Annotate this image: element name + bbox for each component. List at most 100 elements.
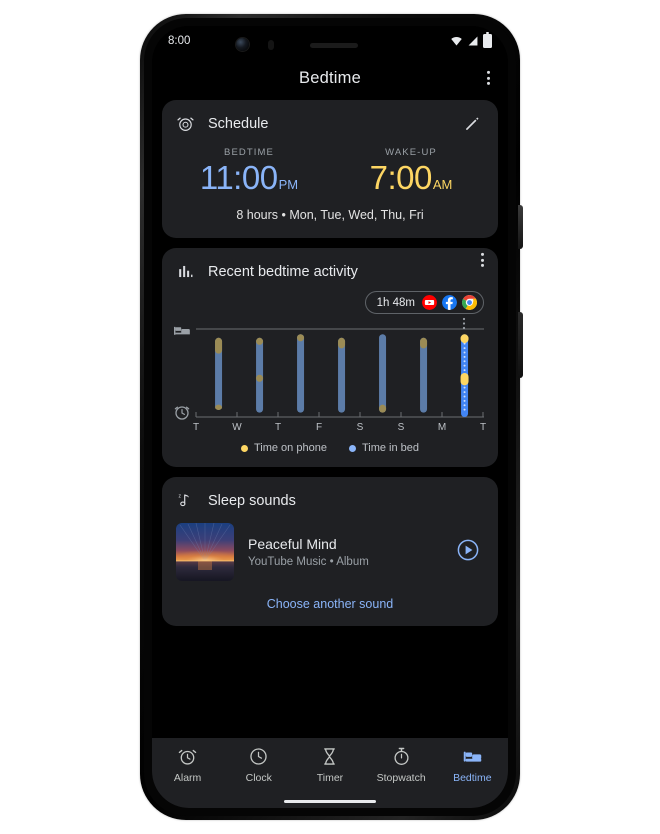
activity-card-header: Recent bedtime activity <box>162 248 498 281</box>
chart-bar-on-phone <box>297 334 305 342</box>
wakeup-value: 7:00 <box>369 159 433 196</box>
phone-usage-pill[interactable]: 1h 48m <box>364 291 484 314</box>
bottom-navigation: Alarm Clock Timer Stopwatch Bedtime <box>152 738 508 808</box>
schedule-card[interactable]: Schedule BEDTIME 11:00 PM WAKE-UP 7:00 A… <box>162 100 498 238</box>
sunset-artwork <box>176 523 234 581</box>
volume-button[interactable] <box>518 312 523 378</box>
chart-ticks <box>195 412 484 417</box>
activity-overflow-menu-icon[interactable] <box>477 249 488 271</box>
track-title: Peaceful Mind <box>248 536 337 552</box>
nav-item-timer[interactable]: Timer <box>294 746 365 784</box>
chart-bar-on-phone <box>338 337 346 349</box>
youtube-icon <box>422 295 437 310</box>
track-subtitle: YouTube Music • Album <box>248 556 369 568</box>
phone-screen: 8:00 Bedtime Schedule BEDTIME 11:00 PM W… <box>152 26 508 808</box>
legend-label-bed: Time in bed <box>361 442 420 454</box>
bedtime-column[interactable]: BEDTIME 11:00 PM <box>168 147 330 194</box>
sleep-music-note-icon: z <box>179 493 189 507</box>
schedule-title: Schedule <box>208 115 269 132</box>
legend-dot-phone <box>240 444 248 452</box>
bedtime-activity-chart: TWTFSSMT <box>162 316 498 436</box>
status-bar-time: 8:00 <box>168 35 191 47</box>
chart-bar-dot <box>463 386 466 389</box>
legend-dot-bed <box>348 444 356 452</box>
chart-bar-dot <box>463 395 466 398</box>
alarm-clock-icon <box>178 749 197 765</box>
app-bar: Bedtime <box>152 56 508 100</box>
chart-bar-dot <box>463 364 466 367</box>
chart-svg: TWTFSSMT <box>174 317 486 433</box>
chart-bar-on-phone <box>256 374 264 382</box>
choose-another-sound-link[interactable]: Choose another sound <box>162 581 498 626</box>
album-art <box>176 523 234 581</box>
play-circle-icon <box>457 539 479 560</box>
chart-bar-dot <box>463 399 466 402</box>
bed-icon <box>463 751 482 762</box>
cell-signal-icon <box>468 36 478 46</box>
schedule-times: BEDTIME 11:00 PM WAKE-UP 7:00 AM <box>162 133 498 194</box>
activity-title: Recent bedtime activity <box>208 263 358 280</box>
svg-text:z: z <box>179 493 182 499</box>
nav-label-clock: Clock <box>245 772 272 784</box>
chart-bar-dot <box>463 404 466 407</box>
front-camera <box>236 38 249 51</box>
legend-item-time-on-phone: Time on phone <box>240 442 327 454</box>
gesture-home-indicator <box>284 800 376 803</box>
schedule-card-header: Schedule <box>162 100 498 133</box>
bedtime-meridiem: PM <box>278 177 299 192</box>
chart-x-label: T <box>275 422 281 433</box>
chart-bar-dot <box>463 355 466 358</box>
proximity-sensor <box>268 40 274 50</box>
content-scroll-area[interactable]: Schedule BEDTIME 11:00 PM WAKE-UP 7:00 A… <box>152 100 508 738</box>
power-button[interactable] <box>518 205 523 249</box>
sleep-sounds-title: Sleep sounds <box>208 492 296 509</box>
chart-x-label: T <box>480 422 486 433</box>
recent-activity-card[interactable]: Recent bedtime activity 1h 48m T W T F S… <box>162 248 498 467</box>
bedtime-value: 11:00 <box>199 159 278 196</box>
chart-bar-in-bed <box>297 334 305 413</box>
chart-x-label: S <box>357 422 364 433</box>
chart-x-label: S <box>398 422 405 433</box>
edit-schedule-button[interactable] <box>459 110 486 137</box>
wakeup-column[interactable]: WAKE-UP 7:00 AM <box>330 147 492 194</box>
nav-label-stopwatch: Stopwatch <box>376 772 426 784</box>
chart-bar-in-bed <box>379 334 387 413</box>
nav-label-alarm: Alarm <box>173 772 202 784</box>
status-bar-icons <box>450 32 492 48</box>
usage-pill-row: 1h 48m <box>162 281 498 314</box>
play-button[interactable] <box>456 538 480 567</box>
battery-icon <box>483 32 492 48</box>
sound-row[interactable]: Peaceful Mind YouTube Music • Album <box>162 510 498 581</box>
chart-x-label: T <box>193 422 199 433</box>
chart-x-labels: TWTFSSMT <box>193 422 486 433</box>
nav-item-alarm[interactable]: Alarm <box>152 746 223 784</box>
usage-duration: 1h 48m <box>376 296 415 309</box>
clock-icon <box>250 748 267 765</box>
chart-legend: Time on phone Time in bed <box>162 436 498 467</box>
legend-label-phone: Time on phone <box>253 442 327 454</box>
chart-bar-on-phone <box>215 404 223 410</box>
pencil-edit-icon <box>466 117 479 130</box>
chart-bar-on-phone <box>379 404 387 413</box>
clock-app: 8:00 Bedtime Schedule BEDTIME 11:00 PM W… <box>152 26 508 808</box>
nav-item-clock[interactable]: Clock <box>223 746 294 784</box>
alarm-clock-icon <box>177 117 194 131</box>
stopwatch-icon <box>394 747 409 765</box>
chart-bar-in-bed <box>420 337 428 413</box>
nav-item-stopwatch[interactable]: Stopwatch <box>366 746 437 784</box>
chrome-icon <box>462 295 477 310</box>
earpiece-speaker <box>310 43 358 48</box>
hourglass-icon <box>324 748 336 765</box>
wakeup-meridiem: AM <box>432 177 453 192</box>
chart-x-label: M <box>438 422 446 433</box>
chart-bar-dot <box>463 360 466 363</box>
page-title: Bedtime <box>299 68 361 87</box>
nav-item-bedtime[interactable]: Bedtime <box>437 746 508 784</box>
chart-bar-dot <box>463 347 466 350</box>
status-bar: 8:00 <box>152 26 508 56</box>
sleep-sounds-card[interactable]: z Sleep sounds Peaceful Mind YouTube Mus… <box>162 477 498 626</box>
wakeup-label: WAKE-UP <box>385 147 437 158</box>
chart-bar-dot <box>463 408 466 411</box>
chart-bar-on-phone <box>256 337 264 345</box>
app-bar-overflow-menu-icon[interactable] <box>483 67 494 89</box>
